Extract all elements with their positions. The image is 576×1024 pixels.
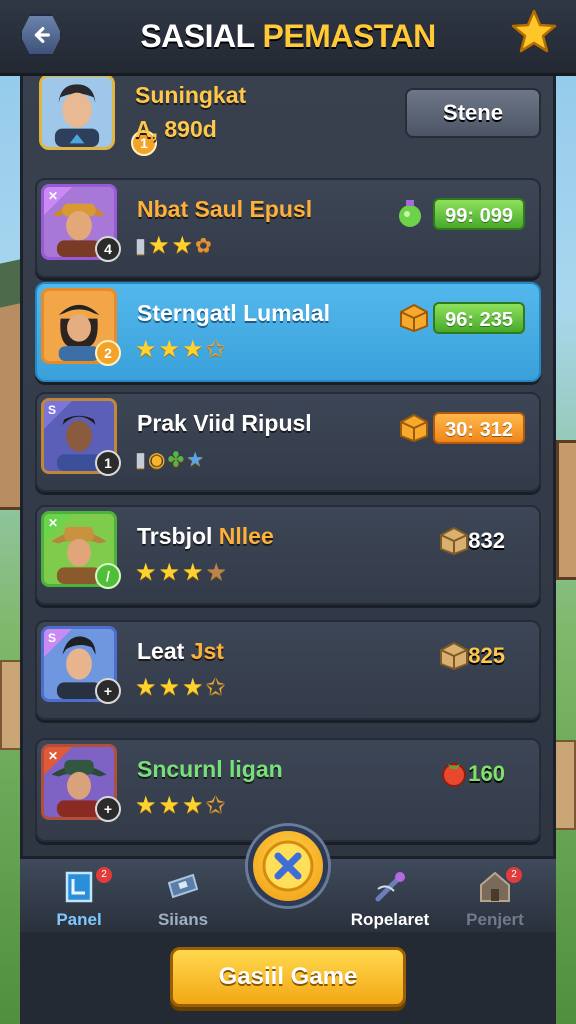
fence-right (554, 740, 576, 830)
item-icons: ▮ ◉ ✤ ★ (135, 448, 204, 472)
tab-label: Ropelaret (350, 910, 430, 929)
score-value: 825 (468, 643, 505, 668)
tab-panel[interactable]: 2 Panel (24, 865, 134, 931)
star-icon[interactable] (510, 8, 558, 56)
leaderboard-row-highlighted[interactable]: 2 Sterngatl Lumalal ★ ★ ★ ✩ 96: 235 (35, 282, 541, 382)
center-close-button[interactable] (248, 826, 328, 906)
star-icon: ✩ (205, 674, 226, 701)
leaderboard-row[interactable]: S + Leat Jst ★ ★ ★ ✩ 825 (35, 620, 541, 720)
leaderboard-row[interactable]: ✕ / Trsbjol Nllee ★ ★ ★ ★ 832 (35, 505, 541, 605)
star-icon: ★ (135, 674, 157, 701)
star-rating: ★ ★ ★ ✩ (135, 794, 226, 818)
row-name: Prak Viid Ripusl (137, 410, 312, 436)
row-name: Nbat Saul Epusl (137, 196, 313, 222)
row-name: Leat Jst (137, 638, 224, 664)
tab-siians[interactable]: Siians (128, 865, 238, 931)
rank-badge: 1 (95, 450, 121, 476)
score-value: 160 (468, 761, 505, 786)
barrel-icon: ▮ (135, 235, 147, 257)
tab-label: Panel (56, 910, 102, 929)
star-icon: ★ (182, 792, 204, 819)
tab-label: Siians (157, 910, 209, 929)
score-badge: 99: 099 (433, 198, 525, 230)
row-name: Sncurnl ligan (137, 756, 283, 782)
star-icon: ★ (148, 232, 170, 259)
wand-icon (375, 872, 405, 902)
row-name: Sterngatl Lumalal (137, 300, 330, 326)
barrel-icon: ▮ (135, 449, 147, 471)
star-rating: ★ ★ ★ ✩ (135, 338, 226, 362)
star-icon: ★ (171, 232, 194, 259)
rank-badge: 2 (95, 340, 121, 366)
ticket-icon (167, 873, 199, 899)
page-title: SASIAL PEMASTAN (140, 18, 436, 54)
leaderboard-row[interactable]: S 1 Prak Viid Ripusl ▮ ◉ ✤ ★ 30: 312 (35, 392, 541, 492)
player-name: Suningkat (135, 82, 247, 108)
leaderboard-row[interactable]: ✕ 4 Nbat Saul Epusl ▮ ★ ★ ✿ 99: 099 (35, 178, 541, 278)
star-icon: ★ (182, 336, 204, 363)
tab-label: Penjert (466, 910, 524, 929)
rank-badge: 4 (95, 236, 121, 262)
potion-icon (399, 200, 421, 227)
star-icon: ★ (182, 559, 204, 586)
rank-badge-plus: + (95, 796, 121, 822)
star-icon: ★ (158, 674, 181, 701)
star-rating: ★ ★ ★ ✩ (135, 676, 226, 700)
row-name: Trsbjol Nllee (137, 523, 274, 549)
tab-ropelaret[interactable]: Ropelaret (336, 865, 444, 931)
player-subtitle: A, 890d (135, 116, 217, 142)
star-icon: ✩ (205, 336, 226, 363)
star-icon: ★ (158, 559, 181, 586)
main-game-button[interactable]: Gasiil Game (170, 947, 406, 1007)
star-icon: ★ (158, 792, 181, 819)
notification-badge: 2 (96, 867, 112, 883)
star-icon: ★ (135, 792, 157, 819)
star-icon: ★ (158, 336, 181, 363)
blue-star-icon: ★ (186, 449, 205, 471)
star-icon: ★ (182, 674, 204, 701)
header-bar: SASIAL PEMASTAN (0, 0, 576, 76)
star-icon: ★ (135, 336, 157, 363)
clover-icon: ✤ (167, 449, 185, 471)
stene-button[interactable]: Stene (405, 88, 541, 138)
player-avatar (39, 74, 115, 150)
panel-icon (65, 871, 93, 903)
star-rating: ▮ ★ ★ ✿ (135, 234, 212, 258)
rank-badge-plus: + (95, 678, 121, 704)
close-x-icon (262, 840, 314, 892)
star-icon: ★ (135, 559, 157, 586)
house-right (556, 440, 576, 580)
star-icon: ★ (205, 559, 228, 586)
player-row: 1 Suningkat A, 890d Stene (35, 62, 541, 162)
chest-icon (400, 303, 428, 333)
star-rating: ★ ★ ★ ★ (135, 561, 227, 585)
bow-icon: ✿ (195, 235, 212, 257)
tab-penjert[interactable]: 2 Penjert (440, 865, 550, 931)
score-badge: 96: 235 (433, 302, 525, 334)
rank-badge-wand: / (95, 563, 121, 589)
chest-icon (400, 413, 428, 443)
ring-icon: ◉ (148, 449, 166, 471)
star-icon: ✩ (205, 792, 226, 819)
score-badge: 30: 312 (433, 412, 525, 444)
score-value: 832 (468, 528, 505, 553)
notification-badge: 2 (506, 867, 522, 883)
